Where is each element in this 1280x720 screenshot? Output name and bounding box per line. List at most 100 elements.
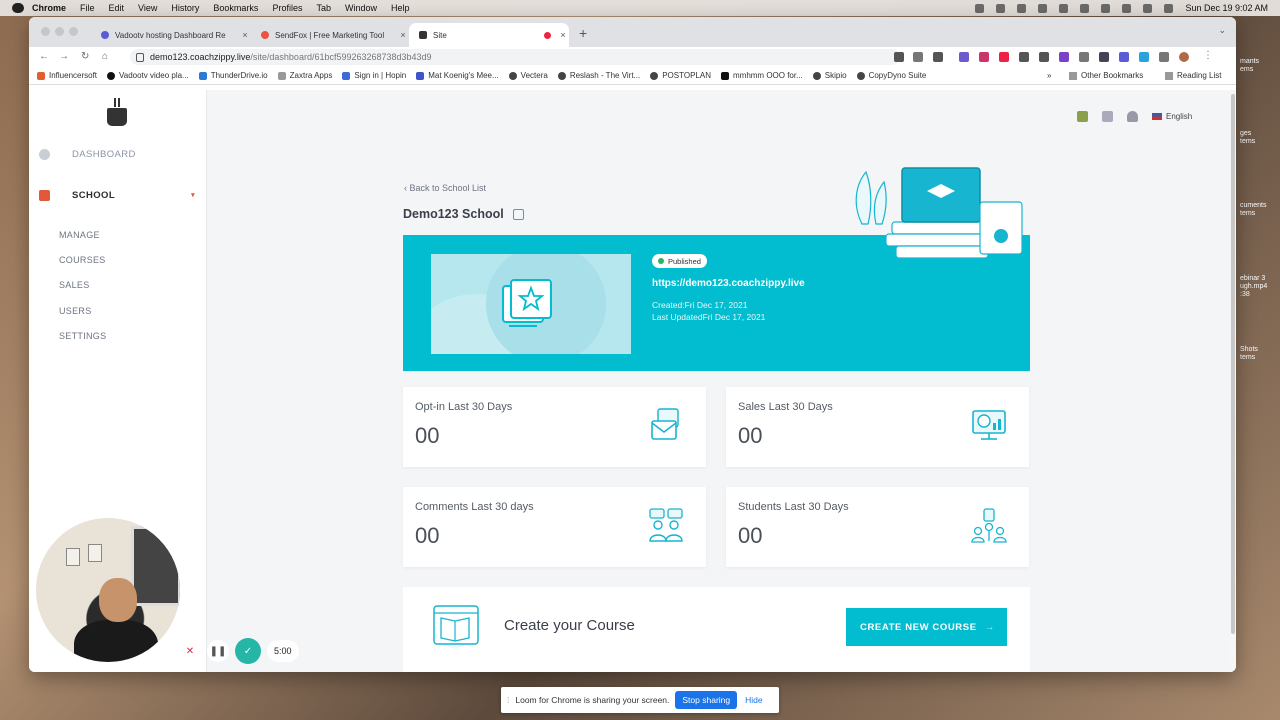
pause-recording-button[interactable]: ❚❚ — [207, 640, 229, 662]
menu-view[interactable]: View — [138, 3, 157, 13]
drag-handle-icon[interactable]: ⁞ — [507, 695, 509, 705]
sidebar-item-school[interactable]: SCHOOL ▾ — [29, 183, 207, 207]
extension-icon[interactable] — [959, 52, 969, 62]
bookmark-item[interactable]: Influencersoft — [37, 71, 97, 80]
menu-app[interactable]: Chrome — [32, 3, 66, 13]
bell-icon[interactable] — [1127, 110, 1138, 122]
close-window-button[interactable] — [41, 27, 50, 36]
widgets-icon[interactable] — [1077, 110, 1088, 122]
back-to-school-list-link[interactable]: ‹ Back to School List — [404, 183, 486, 193]
tab-sendfox[interactable]: SendFox | Free Marketing Tool × — [251, 23, 409, 47]
stat-value: 00 — [738, 523, 763, 548]
menu-profiles[interactable]: Profiles — [272, 3, 302, 13]
bookmark-item[interactable]: Mat Koenig's Mee... — [416, 71, 499, 80]
create-new-course-button[interactable]: CREATE NEW COURSE → — [846, 608, 1007, 646]
sidebar-sub-sales[interactable]: SALES — [59, 280, 90, 290]
more-options-icon[interactable]: ··· — [163, 646, 173, 657]
school-url-link[interactable]: https://demo123.coachzippy.live — [652, 278, 805, 289]
address-bar[interactable]: demo123.coachzippy.live/site/dashboard/6… — [130, 49, 900, 65]
control-center-icon[interactable] — [1143, 3, 1153, 13]
bookmark-item[interactable]: mmhmm OOO for... — [720, 71, 803, 80]
other-bookmarks-folder[interactable]: Other Bookmarks — [1069, 71, 1143, 80]
browser-menu-icon[interactable]: ⋮ — [1203, 50, 1213, 61]
share-icon[interactable] — [913, 52, 923, 62]
sidebar-item-dashboard[interactable]: DASHBOARD — [29, 142, 207, 166]
extension-icon[interactable] — [1039, 52, 1049, 62]
extension-icon[interactable] — [999, 52, 1009, 62]
forward-arrow-icon[interactable]: → — [59, 51, 69, 62]
minimize-window-button[interactable] — [55, 27, 64, 36]
menu-file[interactable]: File — [80, 3, 95, 13]
extension-icon[interactable] — [979, 52, 989, 62]
extension-icon[interactable] — [1019, 52, 1029, 62]
webcam-bubble[interactable] — [34, 516, 182, 664]
finish-recording-button[interactable]: ✓ — [235, 638, 261, 664]
bookmark-item[interactable]: Zaxtra Apps — [277, 71, 332, 80]
profile-avatar[interactable] — [1179, 52, 1189, 62]
external-link-icon[interactable] — [512, 208, 524, 220]
tab-vadootv[interactable]: Vadootv hosting Dashboard Re × — [91, 23, 251, 47]
camera-icon[interactable] — [894, 52, 904, 62]
close-tab-icon[interactable]: × — [557, 30, 569, 40]
sidebar-sub-courses[interactable]: COURSES — [59, 255, 106, 265]
bluetooth-icon[interactable] — [1059, 3, 1069, 13]
clock[interactable]: Sun Dec 19 9:02 AM — [1185, 3, 1268, 13]
os-menubar: Chrome File Edit View History Bookmarks … — [0, 0, 1280, 16]
extension-icon[interactable] — [1079, 52, 1089, 62]
close-tab-icon[interactable]: × — [397, 30, 409, 40]
coffee-cup-logo[interactable] — [105, 98, 129, 128]
lock-icon[interactable] — [136, 52, 144, 62]
extensions-puzzle-icon[interactable] — [1159, 52, 1169, 62]
time-machine-icon[interactable] — [1017, 3, 1027, 13]
students-icon — [971, 508, 1007, 543]
bookmark-item[interactable]: POSTOPLAN — [650, 71, 711, 80]
back-arrow-icon[interactable]: ← — [39, 51, 49, 62]
menu-window[interactable]: Window — [345, 3, 377, 13]
volume-icon[interactable] — [996, 3, 1006, 13]
language-selector[interactable]: English — [1152, 112, 1192, 121]
reload-icon[interactable]: ↻ — [81, 51, 89, 62]
home-icon[interactable]: ⌂ — [102, 51, 108, 62]
bookmark-item[interactable]: ThunderDrive.io — [198, 71, 268, 80]
menu-edit[interactable]: Edit — [109, 3, 125, 13]
school-thumbnail[interactable] — [431, 254, 631, 354]
bookmarks-overflow-chevron[interactable]: » — [1047, 71, 1051, 80]
bookmark-item[interactable]: Vadootv video pla... — [107, 71, 189, 80]
search-icon[interactable] — [1101, 3, 1111, 13]
menu-help[interactable]: Help — [391, 3, 410, 13]
bookmark-item[interactable]: Skipio — [812, 71, 847, 80]
graduation-cap-icon[interactable] — [1102, 110, 1113, 122]
zoom-window-button[interactable] — [69, 27, 78, 36]
menu-history[interactable]: History — [171, 3, 199, 13]
bookmark-item[interactable]: Reslash - The Virt... — [557, 71, 640, 80]
desktop-label: ebinar 3 — [1240, 275, 1266, 282]
bookmark-item[interactable]: CopyDyno Suite — [856, 71, 926, 80]
close-tab-icon[interactable]: × — [239, 30, 251, 40]
sidebar-sub-users[interactable]: USERS — [59, 306, 92, 316]
cancel-recording-button[interactable]: ✕ — [179, 640, 201, 662]
menu-tab[interactable]: Tab — [316, 3, 331, 13]
apple-icon[interactable] — [12, 3, 24, 13]
sidebar-sub-settings[interactable]: SETTINGS — [59, 331, 106, 341]
battery-icon[interactable] — [1080, 3, 1090, 13]
new-tab-button[interactable]: + — [579, 25, 587, 41]
reading-list[interactable]: Reading List — [1165, 71, 1221, 80]
hide-button[interactable]: Hide — [745, 695, 762, 705]
extension-icon[interactable] — [1119, 52, 1129, 62]
extension-icon[interactable] — [1099, 52, 1109, 62]
mic-icon[interactable] — [975, 3, 985, 13]
tab-site[interactable]: Site × — [409, 23, 569, 47]
extension-icon[interactable] — [1059, 52, 1069, 62]
menu-bookmarks[interactable]: Bookmarks — [213, 3, 258, 13]
bookmark-item[interactable]: Sign in | Hopin — [342, 71, 406, 80]
bookmark-star-icon[interactable] — [933, 52, 943, 62]
stop-sharing-button[interactable]: Stop sharing — [675, 691, 738, 709]
page-scrollbar[interactable] — [1230, 90, 1236, 672]
moon-icon[interactable] — [1038, 3, 1048, 13]
siri-icon[interactable] — [1164, 3, 1174, 13]
wifi-icon[interactable] — [1122, 3, 1132, 13]
extension-icon[interactable] — [1139, 52, 1149, 62]
tab-search-chevron-icon[interactable]: ⌄ — [1218, 25, 1226, 36]
sidebar-sub-manage[interactable]: MANAGE — [59, 230, 100, 240]
bookmark-item[interactable]: Vectera — [508, 71, 548, 80]
